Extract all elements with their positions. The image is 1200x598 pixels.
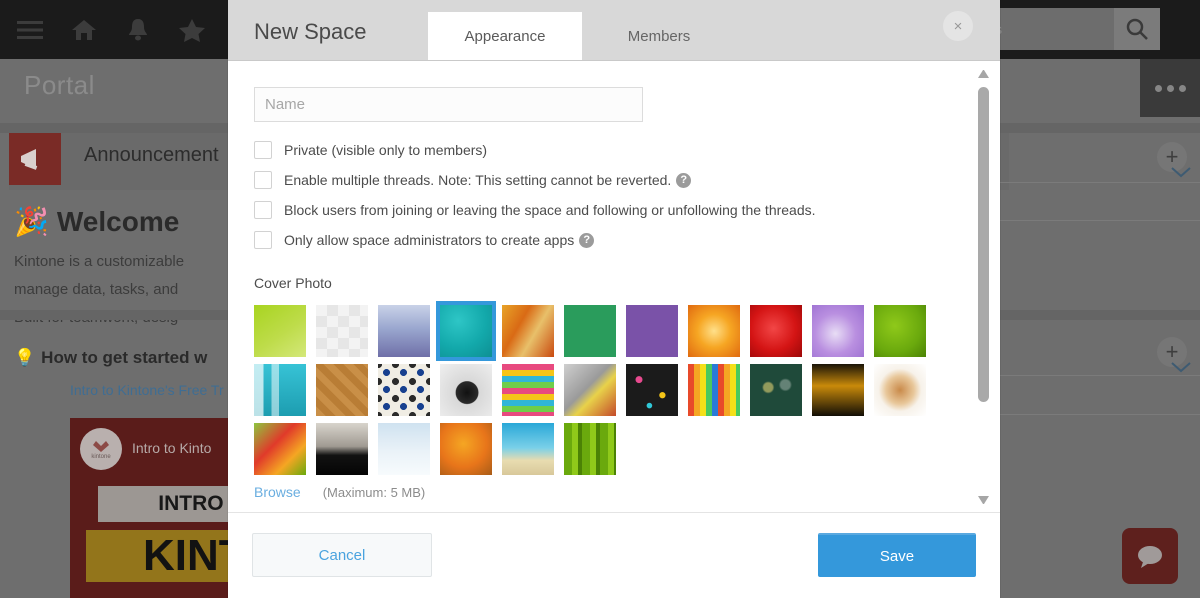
cover-photo-orange-marble-texture[interactable] <box>502 305 554 357</box>
party-popper-icon: 🎉 <box>14 206 49 237</box>
chat-bubble-icon[interactable] <box>1122 528 1178 584</box>
help-icon-multiple-threads[interactable]: ? <box>676 172 692 188</box>
browse-button[interactable]: Browse <box>254 484 301 500</box>
cover-photo-tropical-beach-tree[interactable] <box>502 423 554 475</box>
cover-photo-wood-herringbone[interactable] <box>316 364 368 416</box>
cover-photo-lightbulb-chalkboard[interactable] <box>750 364 802 416</box>
chevron-down-icon-2[interactable] <box>1170 360 1192 377</box>
cover-photo-green-bamboo[interactable] <box>564 423 616 475</box>
howto-heading: How to get started w <box>41 348 208 367</box>
chevron-down-icon-1[interactable] <box>1170 165 1192 182</box>
checkbox-label-admin-apps: Only allow space administrators to creat… <box>284 232 575 248</box>
dialog-body: Private (visible only to members) Enable… <box>228 61 1000 513</box>
cover-photo-cyan-blocks-3d[interactable] <box>254 364 306 416</box>
cover-photo-green-felt-texture[interactable] <box>564 305 616 357</box>
cover-photo-winter-snow-trees[interactable] <box>378 423 430 475</box>
cover-photo-compass-desk[interactable] <box>440 364 492 416</box>
cover-photo-green-gradient-leaf[interactable] <box>254 305 306 357</box>
lightbulb-icon: 💡 <box>14 348 36 367</box>
cover-photo-label: Cover Photo <box>254 275 332 291</box>
kintone-logo-icon: kintone <box>80 428 122 470</box>
save-button[interactable]: Save <box>818 533 976 577</box>
checkbox-row-multiple-threads[interactable]: Enable multiple threads. Note: This sett… <box>254 165 974 195</box>
checkbox-row-admin-apps[interactable]: Only allow space administrators to creat… <box>254 225 974 255</box>
checkbox-label-private: Private (visible only to members) <box>284 142 488 158</box>
dialog-footer: Cancel Save <box>228 513 1000 597</box>
cancel-button[interactable]: Cancel <box>252 533 432 577</box>
space-options-list: Private (visible only to members) Enable… <box>254 135 974 255</box>
cover-photo-purple-iris-flower[interactable] <box>812 305 864 357</box>
space-name-input[interactable] <box>254 87 643 122</box>
browse-row: Browse (Maximum: 5 MB) <box>254 484 425 500</box>
checkbox-admin-apps[interactable] <box>254 231 272 249</box>
scroll-up-arrow-icon[interactable] <box>978 69 989 78</box>
cover-photo-grid <box>254 301 954 482</box>
scroll-down-arrow-icon[interactable] <box>978 496 989 505</box>
checkbox-label-block-users: Block users from joining or leaving the … <box>284 202 816 218</box>
scrollbar-thumb[interactable] <box>978 87 989 402</box>
portal-title: Portal <box>24 70 95 100</box>
checkbox-row-private[interactable]: Private (visible only to members) <box>254 135 974 165</box>
star-icon[interactable] <box>174 12 210 48</box>
dialog-header: New Space Appearance Members × <box>228 0 1000 61</box>
cover-photo-orange-lily-flower[interactable] <box>688 305 740 357</box>
dialog-title: New Space <box>254 19 367 44</box>
cover-photo-cat-black-white[interactable] <box>316 423 368 475</box>
cover-photo-latte-art-coffee[interactable] <box>874 364 926 416</box>
home-icon[interactable] <box>66 12 102 48</box>
checkbox-private[interactable] <box>254 141 272 159</box>
cover-photo-green-leaf-macro[interactable] <box>874 305 926 357</box>
cover-photo-orange-basket[interactable] <box>440 423 492 475</box>
checkbox-block-users[interactable] <box>254 201 272 219</box>
new-space-dialog: New Space Appearance Members × Private (… <box>228 0 1000 598</box>
cover-photo-stacked-books[interactable] <box>502 364 554 416</box>
checkbox-row-block-users[interactable]: Block users from joining or leaving the … <box>254 195 974 225</box>
cover-photo-purple-felt-texture[interactable] <box>626 305 678 357</box>
help-icon-admin-apps[interactable]: ? <box>579 232 595 248</box>
ellipsis-icon[interactable] <box>1140 59 1200 117</box>
cover-photo-blue-dots-pattern[interactable] <box>378 364 430 416</box>
max-size-label: (Maximum: 5 MB) <box>322 484 426 500</box>
dialog-tabs: Appearance Members <box>428 12 736 60</box>
cover-photo-chalkboard-question-marks[interactable] <box>626 364 678 416</box>
bell-icon[interactable] <box>120 12 156 48</box>
cover-photo-blue-purple-gradient[interactable] <box>378 305 430 357</box>
search-icon[interactable] <box>1114 8 1160 50</box>
checkbox-label-multiple-threads: Enable multiple threads. Note: This sett… <box>284 172 672 188</box>
cover-photo-white-diamond-pattern[interactable] <box>316 305 368 357</box>
cover-photo-teal-water-texture[interactable] <box>436 301 496 361</box>
kintone-wordmark: kintone <box>91 453 111 460</box>
announcement-title: Announcement <box>84 144 219 166</box>
checkbox-multiple-threads[interactable] <box>254 171 272 189</box>
cover-photo-gears-office[interactable] <box>564 364 616 416</box>
cover-photo-fresh-vegetables[interactable] <box>254 423 306 475</box>
tab-members[interactable]: Members <box>582 12 736 60</box>
cover-photo-amber-dark-gradient[interactable] <box>812 364 864 416</box>
tab-appearance[interactable]: Appearance <box>428 12 582 60</box>
cover-photo-colored-pencils[interactable] <box>688 364 740 416</box>
video-title: Intro to Kinto <box>132 440 212 456</box>
close-icon[interactable]: × <box>943 11 973 41</box>
dialog-scrollbar[interactable] <box>975 69 992 505</box>
cover-photo-red-carnation-flower[interactable] <box>750 305 802 357</box>
hamburger-menu-icon[interactable] <box>12 12 48 48</box>
megaphone-icon <box>9 133 61 185</box>
welcome-heading: Welcome <box>56 205 180 237</box>
